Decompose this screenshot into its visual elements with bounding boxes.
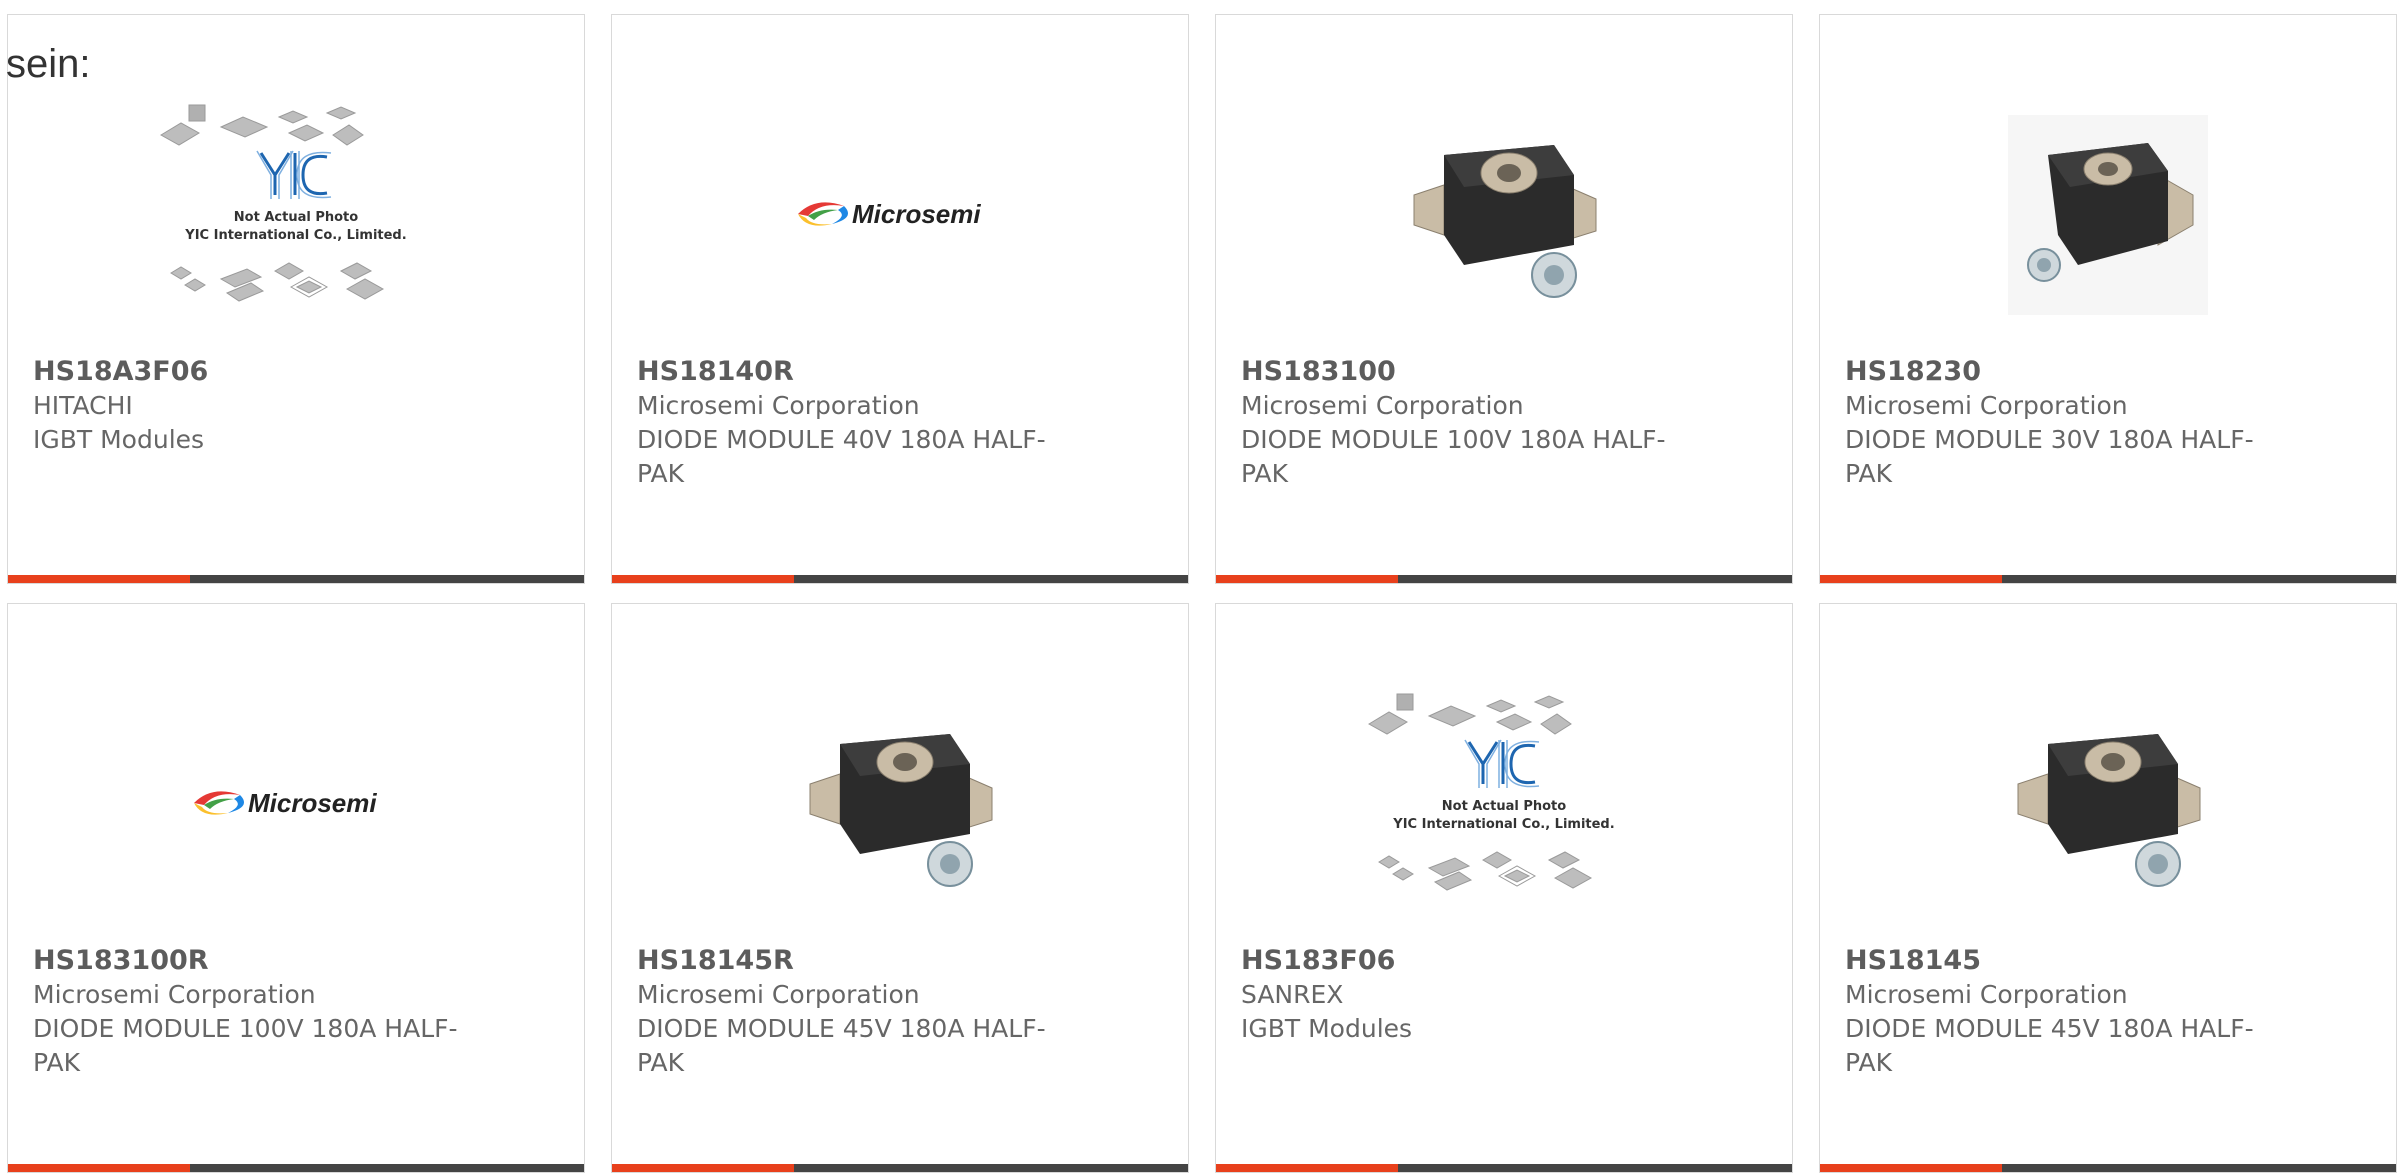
card-bottom-bar: [1820, 575, 2396, 583]
description: DIODE MODULE 30V 180A HALF-PAK: [1845, 425, 2254, 488]
diode-module-photo[interactable]: [612, 654, 1188, 954]
card-bottom-bar: [8, 1164, 584, 1172]
diode-module-photo[interactable]: [1216, 65, 1792, 365]
product-card[interactable]: Not Actual Photo YIC International Co., …: [7, 14, 585, 584]
intro-text: sein:: [6, 42, 91, 86]
description: IGBT Modules: [1241, 1014, 1413, 1043]
product-card[interactable]: HS18145 Microsemi Corporation DIODE MODU…: [1819, 603, 2397, 1173]
part-number[interactable]: HS18140R: [637, 355, 1157, 389]
product-card[interactable]: Not Actual Photo YIC International Co., …: [1215, 603, 1793, 1173]
part-number[interactable]: HS18145R: [637, 944, 1157, 978]
microsemi-logo-image[interactable]: Microsemi: [8, 654, 584, 954]
placeholder-line1: Not Actual Photo: [234, 210, 358, 225]
part-number[interactable]: HS18230: [1845, 355, 2365, 389]
manufacturer: Microsemi Corporation: [1845, 391, 2128, 420]
microsemi-wordmark: Microsemi: [248, 788, 377, 818]
product-card[interactable]: HS18230 Microsemi Corporation DIODE MODU…: [1819, 14, 2397, 584]
diode-module-photo[interactable]: [1820, 654, 2396, 954]
card-bottom-bar: [8, 575, 584, 583]
product-card[interactable]: HS183100 Microsemi Corporation DIODE MOD…: [1215, 14, 1793, 584]
manufacturer: Microsemi Corporation: [1241, 391, 1524, 420]
part-number[interactable]: HS183100R: [33, 944, 553, 978]
product-card[interactable]: Microsemi HS18140R Microsemi Corporation…: [611, 14, 1189, 584]
card-bottom-bar: [612, 1164, 1188, 1172]
description: DIODE MODULE 45V 180A HALF-PAK: [1845, 1014, 2254, 1077]
placeholder-line1: Not Actual Photo: [1442, 799, 1566, 814]
part-number[interactable]: HS183F06: [1241, 944, 1761, 978]
part-number[interactable]: HS18A3F06: [33, 355, 553, 389]
manufacturer: SANREX: [1241, 980, 1344, 1009]
product-card[interactable]: HS18145R Microsemi Corporation DIODE MOD…: [611, 603, 1189, 1173]
description: DIODE MODULE 100V 180A HALF-PAK: [1241, 425, 1666, 488]
part-number[interactable]: HS183100: [1241, 355, 1761, 389]
manufacturer: Microsemi Corporation: [33, 980, 316, 1009]
manufacturer: HITACHI: [33, 391, 133, 420]
product-card[interactable]: Microsemi HS183100R Microsemi Corporatio…: [7, 603, 585, 1173]
part-number[interactable]: HS18145: [1845, 944, 2365, 978]
card-bottom-bar: [1216, 575, 1792, 583]
yic-placeholder-image[interactable]: Not Actual Photo YIC International Co., …: [8, 65, 584, 365]
description: DIODE MODULE 40V 180A HALF-PAK: [637, 425, 1046, 488]
diode-module-photo[interactable]: [1820, 65, 2396, 365]
description: IGBT Modules: [33, 425, 205, 454]
microsemi-wordmark: Microsemi: [852, 199, 981, 229]
card-bottom-bar: [1216, 1164, 1792, 1172]
placeholder-line2: YIC International Co., Limited.: [184, 228, 406, 243]
card-bottom-bar: [1820, 1164, 2396, 1172]
yic-placeholder-image[interactable]: Not Actual Photo YIC International Co., …: [1216, 654, 1792, 954]
manufacturer: Microsemi Corporation: [637, 980, 920, 1009]
description: DIODE MODULE 45V 180A HALF-PAK: [637, 1014, 1046, 1077]
card-bottom-bar: [612, 575, 1188, 583]
manufacturer: Microsemi Corporation: [1845, 980, 2128, 1009]
microsemi-logo-image[interactable]: Microsemi: [612, 65, 1188, 365]
manufacturer: Microsemi Corporation: [637, 391, 920, 420]
placeholder-line2: YIC International Co., Limited.: [1392, 817, 1614, 832]
description: DIODE MODULE 100V 180A HALF-PAK: [33, 1014, 458, 1077]
